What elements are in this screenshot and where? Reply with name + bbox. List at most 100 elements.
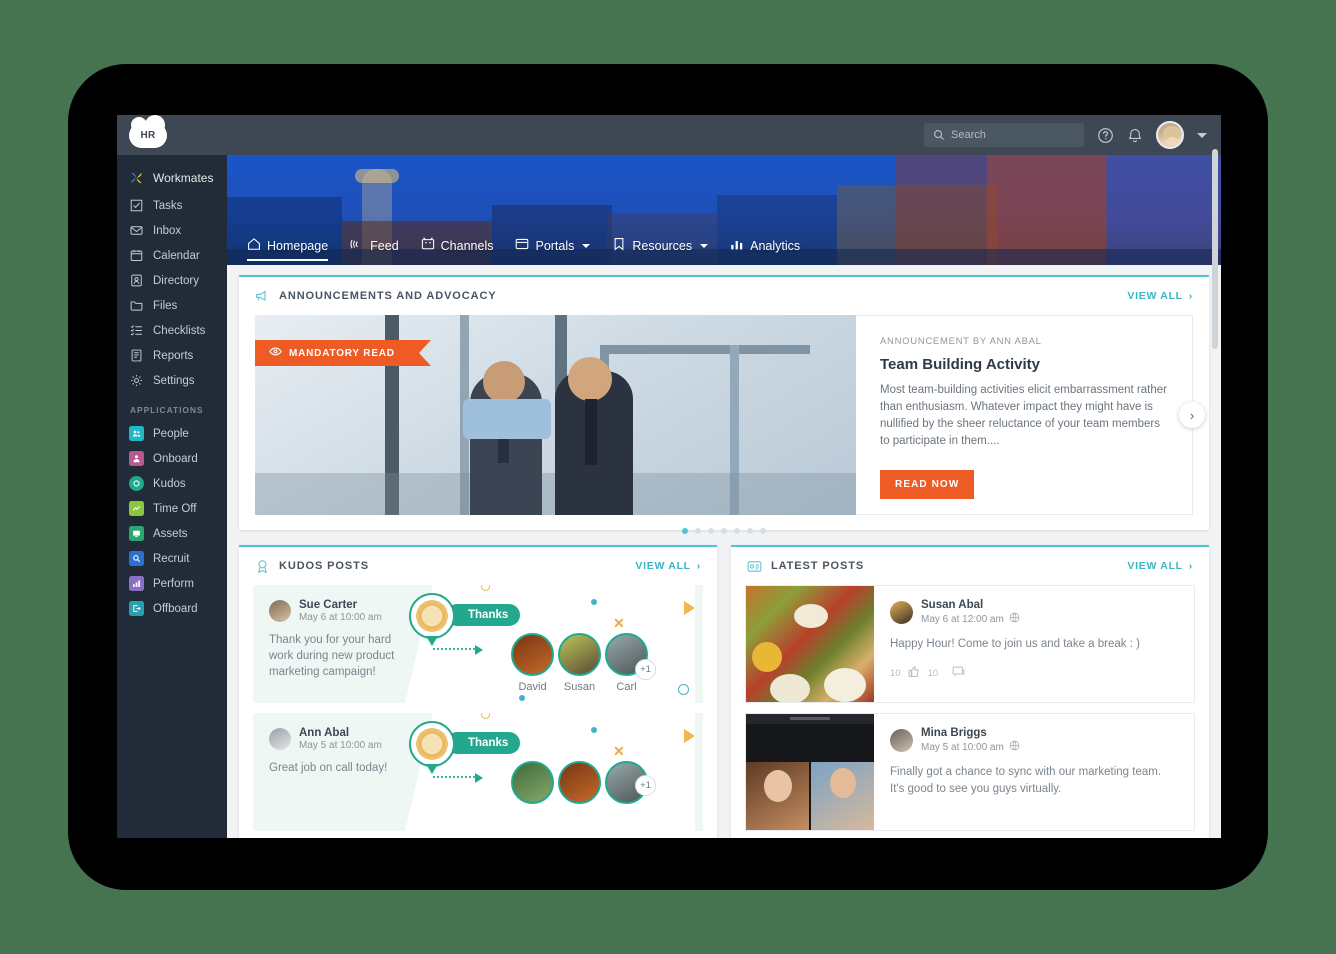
kudos-post[interactable]: ✕ Sue Carter May 6 at 10:00 am Thank you…: [253, 585, 703, 703]
sidebar-item-assets[interactable]: Assets: [117, 521, 227, 546]
announcements-card-header: ANNOUNCEMENTS AND ADVOCACY VIEW ALL ›: [239, 277, 1209, 315]
kudos-extra-count[interactable]: +1: [635, 659, 656, 680]
search-input[interactable]: Search: [924, 123, 1084, 147]
carousel-dot[interactable]: [721, 528, 727, 534]
announcement-byline: ANNOUNCEMENT BY ANN ABAL: [880, 336, 1042, 347]
decor-triangle: [684, 601, 695, 615]
sidebar-item-calendar[interactable]: Calendar: [117, 243, 227, 268]
portals-icon: [515, 237, 529, 254]
sidebar-item-label: Calendar: [153, 249, 200, 262]
hr-cloud-logo[interactable]: HR: [129, 115, 167, 148]
avatar[interactable]: [1156, 121, 1184, 149]
sidebar-item-timeoff[interactable]: Time Off: [117, 496, 227, 521]
kudos-recipient[interactable]: [556, 761, 603, 809]
kudos-post-left: Ann Abal May 5 at 10:00 am Great job on …: [269, 727, 417, 776]
kudos-recipient[interactable]: Susan: [556, 633, 603, 693]
carousel-dot[interactable]: [747, 528, 753, 534]
nav-tab-channels[interactable]: Channels: [421, 237, 494, 261]
latest-post[interactable]: Susan Abal May 6 at 12:00 am Happy Hour!…: [745, 585, 1195, 703]
decor-triangle: [684, 729, 695, 743]
sidebar-item-offboard[interactable]: Offboard: [117, 596, 227, 621]
content-scrollbar[interactable]: [1212, 149, 1218, 349]
kudos-recipient[interactable]: David: [509, 633, 556, 693]
read-now-button[interactable]: READ NOW: [880, 470, 975, 499]
sidebar-item-directory[interactable]: Directory: [117, 268, 227, 293]
announcement-description: Most team-building activities elicit emb…: [880, 384, 1167, 447]
sidebar-item-label: Offboard: [153, 602, 198, 615]
sidebar-item-tasks[interactable]: Tasks: [117, 193, 227, 218]
latest-posts-view-all[interactable]: VIEW ALL ›: [1127, 560, 1193, 572]
workmates-pinwheel-icon: [129, 171, 144, 186]
carousel-dot[interactable]: [708, 528, 714, 534]
kudos-recipient-name: David: [518, 681, 547, 693]
globe-icon: [1009, 740, 1020, 754]
sidebar-item-label: Directory: [153, 274, 200, 287]
directory-person-icon: [129, 273, 144, 288]
sidebar-item-inbox[interactable]: Inbox: [117, 218, 227, 243]
onboard-app-icon: [129, 451, 144, 466]
nav-tab-portals[interactable]: Portals: [515, 237, 591, 261]
thumbs-up-icon[interactable]: [908, 665, 921, 681]
nav-tab-label: Channels: [440, 238, 494, 253]
sidebar-item-label: Settings: [153, 374, 195, 387]
avatar: [511, 633, 554, 676]
sidebar-item-kudos[interactable]: Kudos: [117, 471, 227, 496]
nav-tab-feed[interactable]: Feed: [350, 237, 399, 261]
post-thumbnail: [746, 586, 874, 702]
nav-tab-resources[interactable]: Resources: [612, 237, 709, 261]
avatar: [558, 761, 601, 804]
chevron-down-icon[interactable]: [582, 243, 591, 248]
kudos-post[interactable]: ✕ Ann Abal May 5 at 10:00 am Great job o…: [253, 713, 703, 831]
nav-tab-label: Feed: [370, 238, 399, 253]
avatar: [890, 729, 913, 752]
kudos-recipient[interactable]: Carl +1: [603, 633, 656, 693]
sidebar-item-recruit[interactable]: Recruit: [117, 546, 227, 571]
carousel-dot[interactable]: [695, 528, 701, 534]
kudos-view-all[interactable]: VIEW ALL ›: [635, 560, 701, 572]
carousel-dot[interactable]: [760, 528, 766, 534]
kudos-badge: [409, 593, 455, 639]
nav-tab-analytics[interactable]: Analytics: [730, 237, 800, 261]
announcements-title: ANNOUNCEMENTS AND ADVOCACY: [279, 290, 497, 302]
notification-bell-icon[interactable]: [1127, 127, 1143, 144]
nav-tab-homepage[interactable]: Homepage: [247, 237, 329, 261]
chevron-down-icon[interactable]: [1197, 132, 1207, 138]
megaphone-icon: [255, 289, 270, 304]
kudos-badge-emblem: [416, 728, 448, 760]
sidebar-item-label: Kudos: [153, 477, 186, 490]
carousel-dot[interactable]: [734, 528, 740, 534]
bookmark-icon: [612, 237, 626, 254]
home-icon: [247, 237, 261, 254]
chevron-down-icon[interactable]: [700, 243, 709, 248]
task-checkbox-icon: [129, 198, 144, 213]
sidebar-item-workmates[interactable]: Workmates: [117, 163, 227, 193]
avatar: [890, 601, 913, 624]
post-message: Happy Hour! Come to join us and take a b…: [890, 638, 1140, 650]
announcement-next-button[interactable]: ›: [1179, 402, 1205, 428]
inbox-tray-icon: [129, 223, 144, 238]
carousel-dots: [239, 528, 1209, 534]
kudos-extra-count[interactable]: +1: [635, 775, 656, 796]
sidebar-item-files[interactable]: Files: [117, 293, 227, 318]
latest-post[interactable]: Mina Briggs May 5 at 10:00 am Finally go…: [745, 713, 1195, 831]
search-placeholder: Search: [951, 129, 986, 141]
kudos-message: Thank you for your hard work during new …: [269, 634, 395, 678]
sidebar-item-checklists[interactable]: Checklists: [117, 318, 227, 343]
sidebar-item-label: Recruit: [153, 552, 190, 565]
post-author-name: Susan Abal: [921, 599, 984, 611]
announcement-slide: MANDATORY READ ANNOUNCEMENT BY ANN ABAL …: [255, 315, 1205, 515]
kudos-recipient[interactable]: +1: [603, 761, 656, 809]
sidebar-item-onboard[interactable]: Onboard: [117, 446, 227, 471]
sidebar-item-perform[interactable]: Perform: [117, 571, 227, 596]
comment-icon[interactable]: [952, 665, 965, 681]
kudos-recipient[interactable]: [509, 761, 556, 809]
kudos-recipient-name: Carl: [616, 681, 637, 693]
announcements-view-all[interactable]: VIEW ALL ›: [1127, 290, 1193, 302]
help-circle-icon[interactable]: [1097, 127, 1114, 144]
kudos-badge-label: Thanks: [446, 604, 521, 626]
sidebar-item-people[interactable]: People: [117, 421, 227, 446]
kudos-connector: [433, 773, 483, 783]
sidebar-item-reports[interactable]: Reports: [117, 343, 227, 368]
sidebar-item-settings[interactable]: Settings: [117, 368, 227, 393]
carousel-dot[interactable]: [682, 528, 688, 534]
